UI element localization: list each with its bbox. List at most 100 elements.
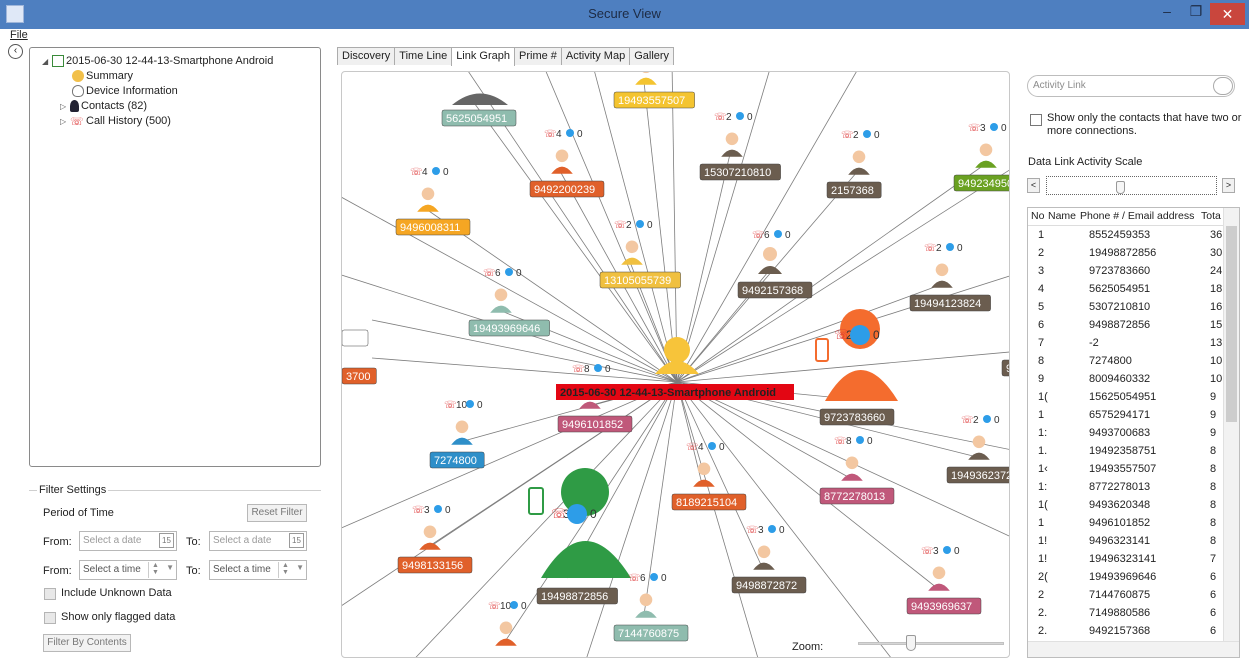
graph-node[interactable]: ☏300 19498872856: [528, 468, 631, 605]
table-row[interactable]: 1 9496101852 8: [1028, 515, 1224, 533]
tree-item-device-info[interactable]: Device Information: [72, 84, 178, 98]
dropdown-icon[interactable]: ▼: [296, 563, 304, 572]
graph-node[interactable]: ☏ 6 0 9492157368: [737, 230, 813, 299]
to-date-field[interactable]: Select a date 15: [209, 531, 307, 551]
tab-prime[interactable]: Prime #: [514, 47, 562, 65]
tab-discovery[interactable]: Discovery: [337, 47, 396, 65]
tree-root[interactable]: ◢ 2015-06-30 12-44-13-Smartphone Android: [42, 54, 273, 68]
graph-node[interactable]: 5625054951: [441, 93, 517, 127]
table-row[interactable]: 1! 9496323141 8: [1028, 533, 1224, 551]
graph-node[interactable]: ☏39492: [1001, 308, 1010, 377]
filter-by-contents-button[interactable]: Filter By Contents: [43, 634, 131, 652]
table-row[interactable]: 1 8552459353 36: [1028, 227, 1224, 245]
vertical-scrollbar[interactable]: [1223, 208, 1239, 641]
activity-scale-slider[interactable]: < >: [1027, 175, 1237, 195]
spinner-icon[interactable]: ▲ ▼: [148, 562, 162, 578]
center-node[interactable]: 2015-06-30 12-44-13-Smartphone Android: [556, 337, 794, 400]
table-row[interactable]: 1(15625054951 9: [1028, 389, 1224, 407]
scale-thumb[interactable]: [1116, 181, 1125, 194]
graph-node[interactable]: ☏ 6 0 7144760875: [613, 573, 689, 642]
minimize-button[interactable]: –: [1153, 0, 1181, 22]
link-graph-canvas[interactable]: 5625054951 19493557507 ☏ 2 0 15307210810 ☏ 2 0 21…: [341, 71, 1010, 658]
col-name[interactable]: Name: [1048, 210, 1076, 222]
table-row[interactable]: 7 -2 13: [1028, 335, 1224, 353]
graph-node[interactable]: ☏ 3 0 9493969637: [906, 546, 982, 615]
table-row[interactable]: 9 8009460332 10: [1028, 371, 1224, 389]
table-row[interactable]: 1: 8772278013 8: [1028, 479, 1224, 497]
scale-decrease-button[interactable]: <: [1027, 178, 1040, 193]
table-row[interactable]: 1! 19496323141 7: [1028, 551, 1224, 569]
reset-filter-button[interactable]: Reset Filter: [247, 504, 307, 522]
tab-gallery[interactable]: Gallery: [629, 47, 675, 65]
table-row[interactable]: 6 9498872856 15: [1028, 317, 1224, 335]
horizontal-scrollbar[interactable]: [1028, 641, 1239, 657]
link-graph-svg[interactable]: 5625054951 19493557507☏ 2 015307210810 ☏ 2 021…: [342, 72, 1010, 658]
activity-link-field[interactable]: Activity Link: [1027, 75, 1235, 97]
col-phone[interactable]: Phone # / Email address: [1080, 210, 1194, 222]
graph-node[interactable]: ☏ 10 0: [488, 601, 527, 646]
include-unknown-checkbox[interactable]: [44, 588, 56, 600]
activity-link-toggle[interactable]: [1213, 77, 1233, 95]
tab-link-graph[interactable]: Link Graph: [451, 47, 515, 66]
tree-item-call-history-label: Call History (500): [86, 115, 171, 127]
table-row[interactable]: 5 5307210810 16: [1028, 299, 1224, 317]
graph-node[interactable]: ☏ 6 0 19493969646: [468, 268, 550, 337]
graph-node[interactable]: ☏ 3 0 9498133156: [397, 505, 473, 574]
scale-increase-button[interactable]: >: [1222, 178, 1235, 193]
from-time-field[interactable]: Select a time ▲ ▼ ▼: [79, 560, 177, 580]
tab-time-line[interactable]: Time Line: [394, 47, 453, 65]
graph-node[interactable]: ☏ 4 0 9492200239: [529, 129, 605, 198]
col-total[interactable]: Tota: [1201, 210, 1221, 222]
table-row[interactable]: 2 7144760875 6: [1028, 587, 1224, 605]
expand-arrow-icon[interactable]: ▷: [60, 102, 70, 111]
scroll-thumb[interactable]: [1226, 226, 1237, 422]
graph-node[interactable]: ☏2 0 19493623727: [946, 415, 1010, 484]
graph-node[interactable]: 3700: [342, 367, 377, 385]
from-date-field[interactable]: Select a date 15: [79, 531, 177, 551]
graph-node[interactable]: ☏ 2 0 2157368: [826, 130, 882, 199]
graph-node[interactable]: ☏ 2 0 19494123824: [909, 243, 991, 312]
dropdown-icon[interactable]: ▼: [166, 563, 174, 572]
collapse-arrow-icon[interactable]: ◢: [42, 57, 52, 66]
table-row[interactable]: 3 9723783660 24: [1028, 263, 1224, 281]
tab-activity-map[interactable]: Activity Map: [560, 47, 631, 65]
tree-item-contacts[interactable]: ▷ Contacts (82): [60, 99, 147, 113]
table-row[interactable]: 1‹ 19493557507 8: [1028, 461, 1224, 479]
table-row[interactable]: 1: 9493700683 9: [1028, 425, 1224, 443]
scale-track[interactable]: [1046, 176, 1217, 195]
graph-node[interactable]: ☏ 2 0 15307210810: [699, 112, 781, 181]
graph-node[interactable]: 0: [342, 329, 369, 347]
spinner-icon[interactable]: ▲ ▼: [278, 562, 292, 578]
table-row[interactable]: 8 7274800 10: [1028, 353, 1224, 371]
zoom-slider-thumb[interactable]: [906, 635, 916, 651]
close-button[interactable]: ✕: [1210, 3, 1245, 25]
back-icon[interactable]: ‹: [8, 44, 23, 59]
table-row[interactable]: 2. 7149880586 6: [1028, 605, 1224, 623]
calendar-icon[interactable]: 15: [159, 533, 174, 548]
graph-node[interactable]: ☏ 10 0 7274800: [429, 400, 485, 469]
table-row[interactable]: 1(9493620348 8: [1028, 497, 1224, 515]
graph-node[interactable]: ☏ 4 0 9496008311: [395, 167, 471, 236]
graph-node[interactable]: ☏ 2 0 13105055739: [599, 220, 681, 289]
graph-node[interactable]: ☏ 3 0 9498872872: [731, 525, 807, 594]
table-row[interactable]: 1. 19492358751 8: [1028, 443, 1224, 461]
show-only-checkbox[interactable]: [1030, 114, 1042, 126]
graph-node[interactable]: ☏ 8 0 8772278013: [819, 436, 895, 505]
table-row[interactable]: 2 19498872856 30: [1028, 245, 1224, 263]
to-time-field[interactable]: Select a time ▲ ▼ ▼: [209, 560, 307, 580]
tree-item-summary[interactable]: Summary: [72, 69, 133, 83]
calendar-icon[interactable]: 15: [289, 533, 304, 548]
table-row[interactable]: 1 6575294171 9: [1028, 407, 1224, 425]
col-no[interactable]: No: [1031, 210, 1044, 222]
graph-node[interactable]: ☏3 0 9492349509: [953, 123, 1010, 192]
table-row[interactable]: 2. 9492157368 6: [1028, 623, 1224, 641]
zoom-slider-track[interactable]: [858, 642, 1004, 645]
menu-file[interactable]: File: [10, 29, 28, 41]
table-row[interactable]: 2(19493969646 6: [1028, 569, 1224, 587]
flagged-only-checkbox[interactable]: [44, 612, 56, 624]
table-row[interactable]: 4 5625054951 18: [1028, 281, 1224, 299]
maximize-button[interactable]: ❐: [1182, 0, 1210, 22]
expand-arrow-icon[interactable]: ▷: [60, 117, 70, 126]
graph-node[interactable]: 19493557507: [613, 72, 695, 109]
tree-item-call-history[interactable]: ▷ ☏ Call History (500): [60, 114, 171, 128]
